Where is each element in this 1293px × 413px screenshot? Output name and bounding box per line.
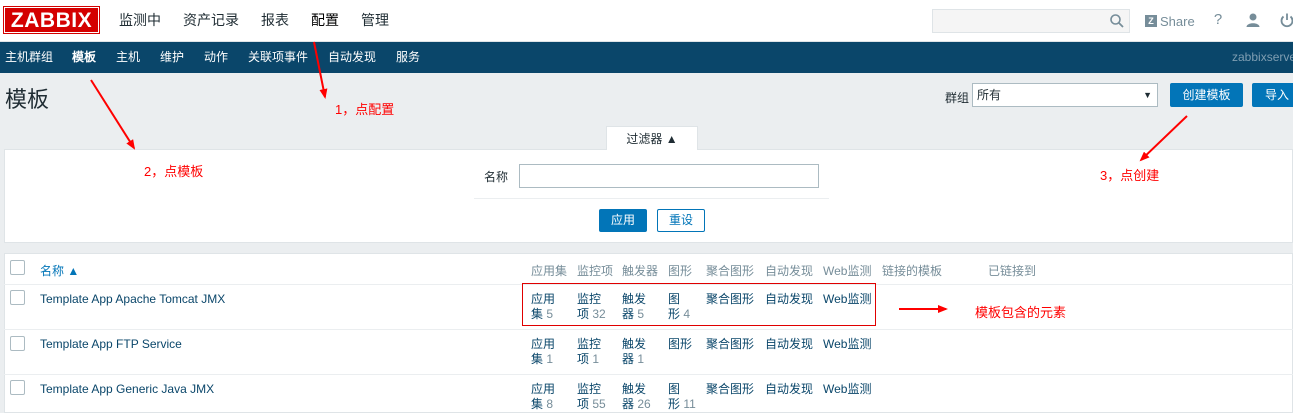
screens-link[interactable]: 聚合图形 [706, 382, 754, 397]
cell-label: 项 [577, 352, 590, 366]
triggers-link[interactable]: 触发器 1 [622, 337, 646, 367]
applications-link[interactable]: 应用集 8 [531, 382, 555, 412]
sign-out-icon[interactable] [1277, 10, 1293, 30]
web-link[interactable]: Web监测 [823, 337, 871, 352]
subnav-maintenance[interactable]: 维护 [160, 42, 184, 73]
menu-administration[interactable]: 管理 [350, 0, 400, 42]
chevron-down-icon: ▼ [1143, 90, 1152, 100]
row-divider [4, 374, 1293, 375]
row-divider [4, 329, 1293, 330]
menu-monitoring[interactable]: 监测中 [108, 0, 172, 42]
column-linked-to-header: 已链接到 [988, 264, 1037, 278]
share-link[interactable]: Z Share [1145, 12, 1195, 30]
template-name-link[interactable]: Template App FTP Service [40, 337, 182, 351]
filter-name-label: 名称 [484, 170, 509, 184]
cell-label: 器 [622, 397, 635, 411]
user-profile-icon[interactable] [1243, 10, 1263, 30]
triggers-link[interactable]: 触发器 26 [622, 382, 651, 412]
row-checkbox[interactable] [10, 336, 25, 351]
page-title: 模板 [5, 87, 50, 112]
cell-label: 项 [577, 397, 590, 411]
top-header: ZABBIX 监测中 资产记录 报表 配置 管理 Z Share ? [0, 0, 1293, 42]
web-link[interactable]: Web监测 [823, 382, 871, 397]
search-input[interactable] [932, 9, 1130, 33]
column-discovery-header: 自动发现 [765, 264, 814, 278]
filter-tab[interactable]: 过滤器 ▲ [606, 126, 698, 150]
cell-label: 形 [668, 397, 681, 411]
subnav-hosts[interactable]: 主机 [116, 42, 140, 73]
cell-label: 器 [622, 352, 635, 366]
subnav-host-groups[interactable]: 主机群组 [5, 42, 53, 73]
template-name-link[interactable]: Template App Generic Java JMX [40, 382, 214, 396]
subnav-templates[interactable]: 模板 [72, 42, 96, 73]
server-name: zabbixserver [1232, 50, 1293, 64]
annotation-highlight-box [522, 283, 876, 326]
subnav-services[interactable]: 服务 [396, 42, 420, 73]
annotation-step3: 3，点创建 [1100, 168, 1160, 183]
annotation-elements: 模板包含的元素 [975, 305, 1067, 320]
triggers-count: 1 [637, 352, 645, 366]
applications-link[interactable]: 应用集 1 [531, 337, 555, 367]
filter-divider [474, 198, 829, 199]
items-link[interactable]: 监控项 1 [577, 337, 601, 367]
cell-label: 应用 [531, 382, 556, 396]
discovery-link[interactable]: 自动发现 [765, 382, 813, 397]
cell-label: 触发 [622, 382, 647, 396]
cell-label: 应用 [531, 337, 556, 351]
subnav-event-correlation[interactable]: 关联项事件 [248, 42, 308, 73]
template-name-link[interactable]: Template App Apache Tomcat JMX [40, 292, 225, 306]
menu-configuration[interactable]: 配置 [300, 0, 350, 42]
filter-name-input[interactable] [519, 164, 819, 188]
screens-link[interactable]: 聚合图形 [706, 337, 754, 352]
sub-navigation: 主机群组 模板 主机 维护 动作 关联项事件 自动发现 服务 zabbixser… [0, 42, 1293, 73]
items-link[interactable]: 监控项 55 [577, 382, 606, 412]
items-count: 1 [592, 352, 600, 366]
cell-label: 触发 [622, 337, 647, 351]
share-icon: Z [1145, 15, 1157, 27]
column-name-header[interactable]: 名称 ▲ [40, 262, 79, 279]
graphs-link[interactable]: 图形 [668, 337, 692, 352]
applications-count: 8 [546, 397, 554, 411]
share-label: Share [1160, 13, 1195, 29]
group-select[interactable]: 所有 ▼ [972, 83, 1158, 107]
cell-label: 监控 [577, 337, 602, 351]
cell-label: 监控 [577, 382, 602, 396]
annotation-step2: 2，点模板 [144, 164, 204, 179]
graphs-count: 11 [683, 397, 696, 411]
menu-inventory[interactable]: 资产记录 [172, 0, 250, 42]
column-graphs-header: 图形 [668, 264, 693, 278]
cell-label: 图 [668, 382, 681, 396]
zabbix-logo[interactable]: ZABBIX [3, 6, 100, 34]
help-icon[interactable]: ? [1208, 10, 1228, 30]
column-items-header: 监控项 [577, 264, 614, 278]
group-label: 群组 [945, 91, 970, 105]
menu-reports[interactable]: 报表 [250, 0, 300, 42]
create-template-button[interactable]: 创建模板 [1170, 83, 1243, 107]
group-select-value: 所有 [977, 88, 1002, 102]
discovery-link[interactable]: 自动发现 [765, 337, 813, 352]
column-triggers-header: 触发器 [622, 264, 659, 278]
row-checkbox[interactable] [10, 380, 25, 395]
applications-count: 1 [546, 352, 554, 366]
search-icon[interactable] [1109, 13, 1125, 29]
triggers-count: 26 [637, 397, 651, 411]
items-count: 55 [592, 397, 606, 411]
subnav-discovery[interactable]: 自动发现 [328, 42, 376, 73]
annotation-step1: 1，点配置 [335, 102, 395, 117]
column-linked-templates-header: 链接的模板 [882, 264, 943, 278]
filter-apply-button[interactable]: 应用 [599, 209, 647, 232]
select-all-checkbox[interactable] [10, 260, 25, 275]
cell-label: 集 [531, 397, 544, 411]
subnav-actions[interactable]: 动作 [204, 42, 228, 73]
column-applications-header: 应用集 [531, 264, 568, 278]
arrow-to-templates [90, 79, 136, 150]
filter-reset-button[interactable]: 重设 [657, 209, 705, 232]
graphs-link[interactable]: 图形 11 [668, 382, 696, 412]
column-screens-header: 聚合图形 [706, 264, 755, 278]
import-button[interactable]: 导入 [1252, 83, 1293, 107]
column-web-header: Web监测 [823, 264, 872, 278]
row-checkbox[interactable] [10, 290, 25, 305]
cell-label: 集 [531, 352, 544, 366]
main-menu: 监测中 资产记录 报表 配置 管理 [108, 0, 400, 42]
